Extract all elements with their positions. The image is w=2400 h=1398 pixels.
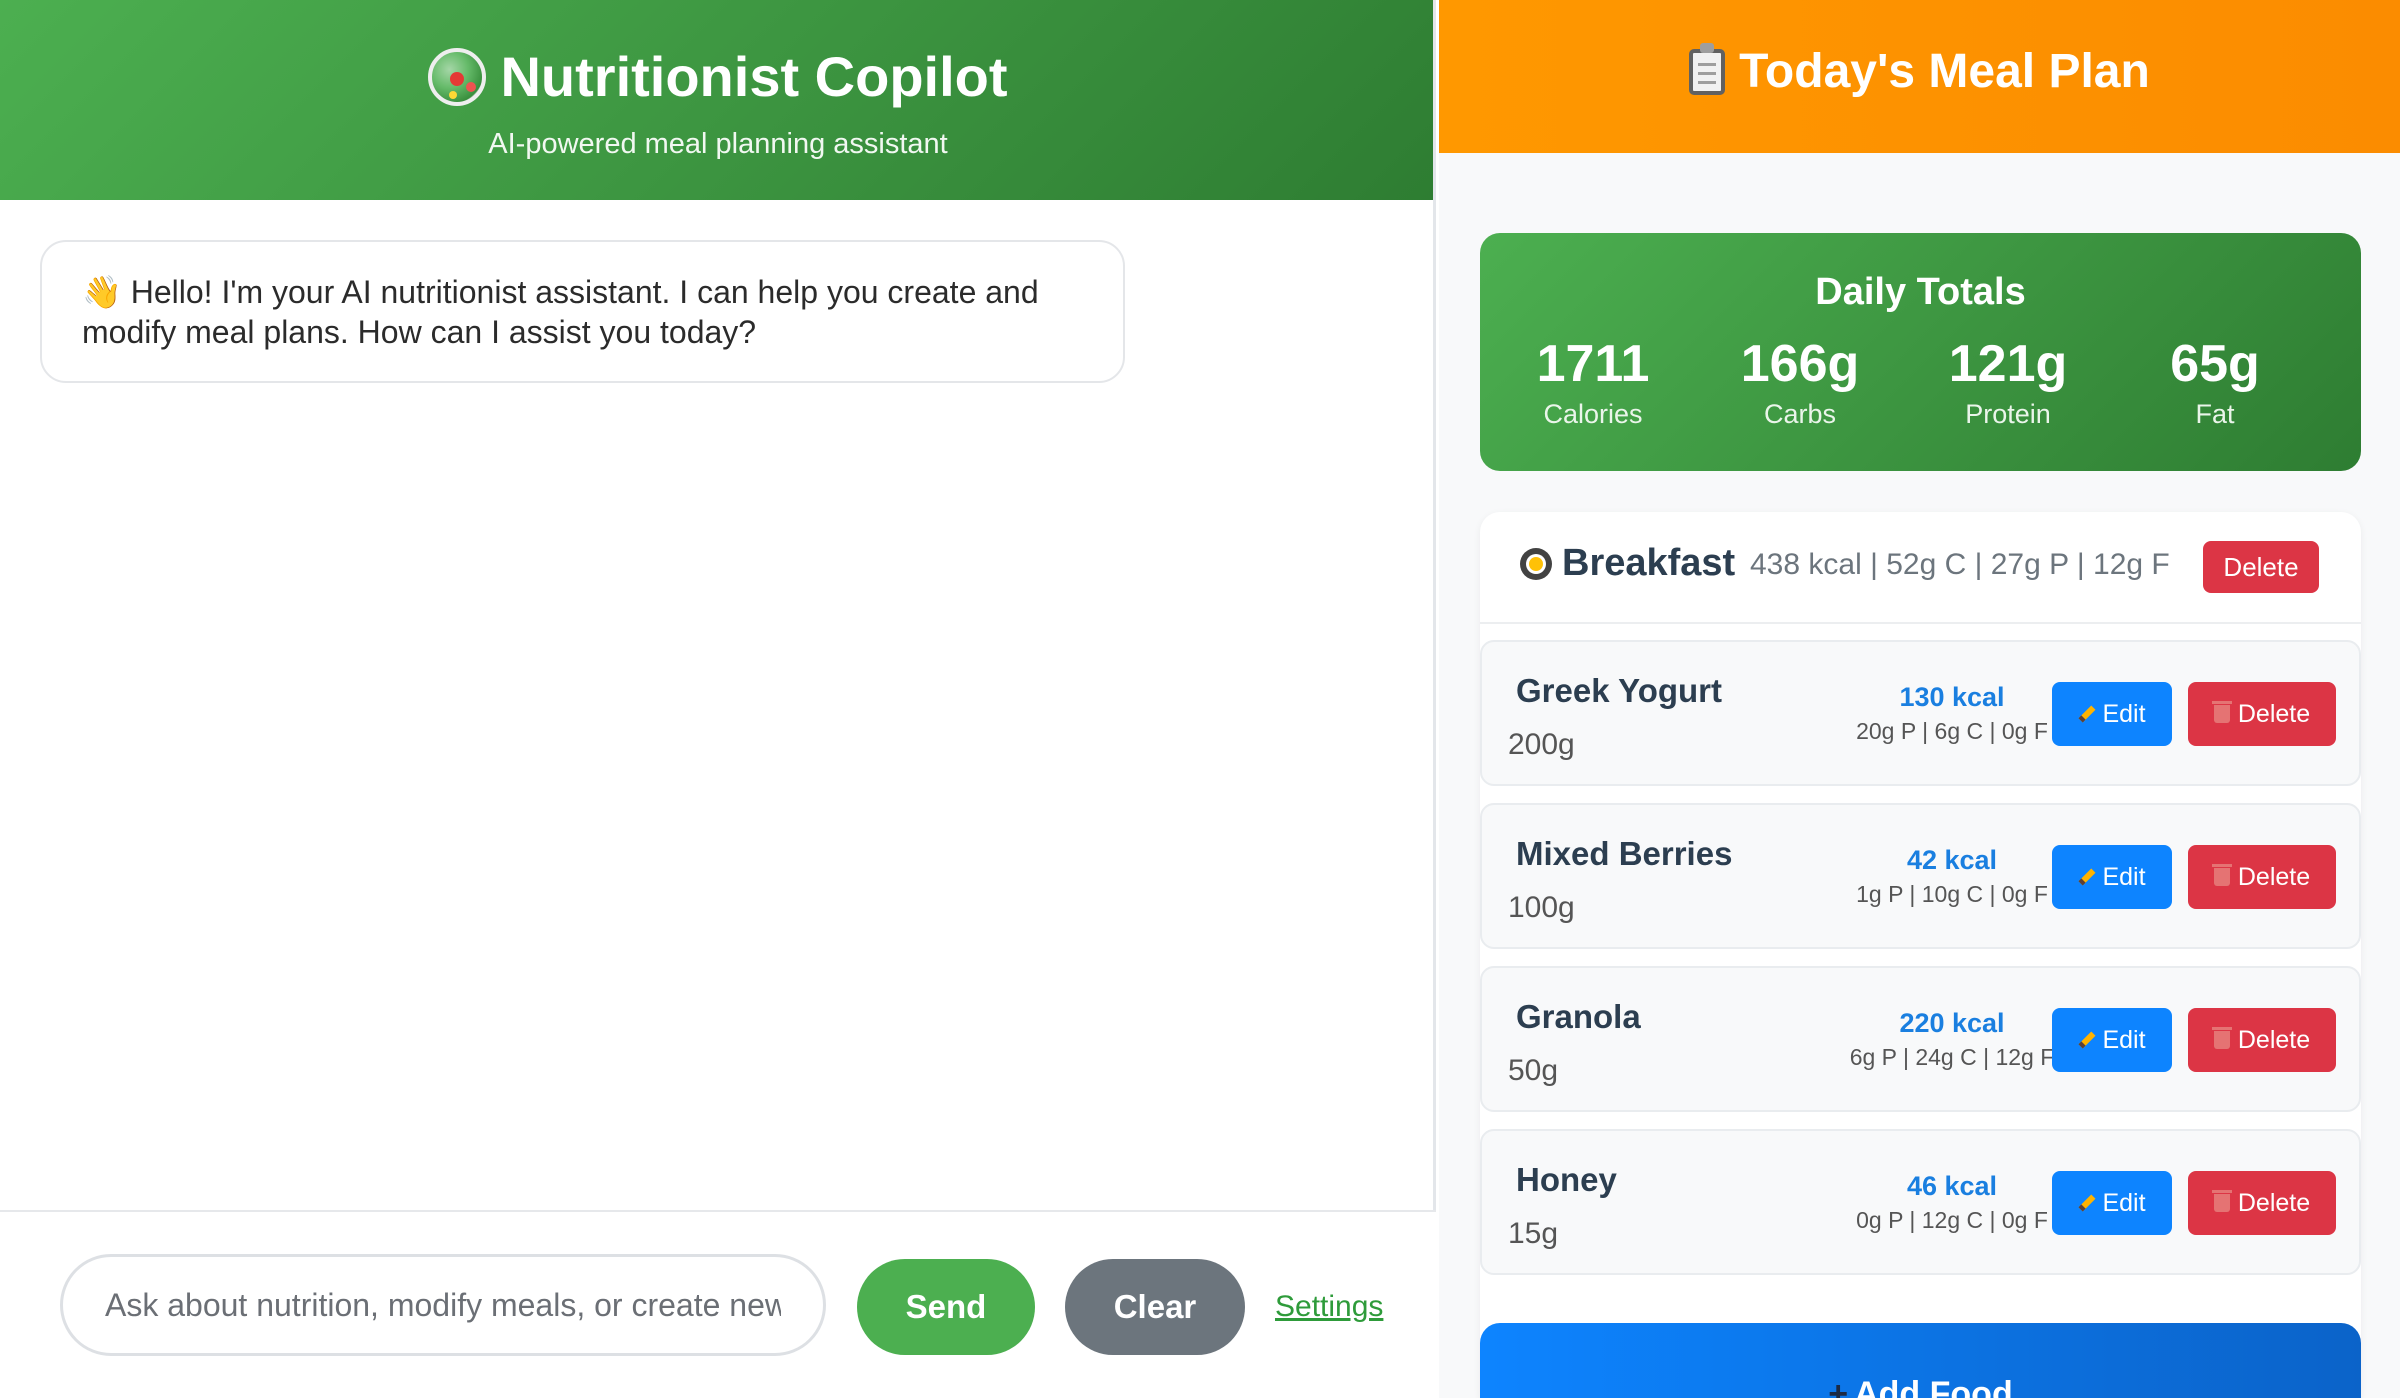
frying-pan-icon [1520, 547, 1552, 580]
food-quantity: 15g [1508, 1217, 1559, 1250]
pencil-icon [2078, 1194, 2096, 1212]
delete-food-button[interactable]: Delete [2188, 845, 2336, 909]
delete-label: Delete [2237, 1188, 2311, 1217]
add-food-button[interactable]: + Add Food [1480, 1323, 2361, 1398]
edit-label: Edit [2102, 699, 2146, 728]
daily-totals-card: Daily Totals 1711 Calories 166g Carbs 12… [1480, 233, 2361, 471]
meal-macros: 438 kcal | 52g C | 27g P | 12g F [1750, 548, 2170, 581]
total-value: 121g [1948, 335, 2068, 393]
total-label: Fat [2195, 399, 2235, 429]
delete-food-button[interactable]: Delete [2188, 682, 2336, 746]
add-food-label: Add Food [1854, 1375, 2013, 1398]
clipboard-icon [1689, 42, 1726, 95]
food-quantity: 50g [1508, 1054, 1559, 1087]
total-fat: 65g Fat [2115, 333, 2315, 431]
settings-link[interactable]: Settings [1275, 1290, 1383, 1324]
total-label: Carbs [1763, 399, 1837, 429]
chat-panel: Nutritionist Copilot AI-powered meal pla… [0, 0, 1436, 1398]
edit-food-button[interactable]: Edit [2052, 682, 2172, 746]
meal-name-text: Breakfast [1562, 542, 1736, 584]
plus-icon: + [1828, 1375, 1849, 1398]
delete-meal-button[interactable]: Delete [2203, 541, 2319, 593]
app-subtitle: AI-powered meal planning assistant [488, 128, 948, 160]
edit-food-button[interactable]: Edit [2052, 845, 2172, 909]
delete-label: Delete [2237, 699, 2311, 728]
food-row: Honey 15g 46 kcal 0g P | 12g C | 0g F Ed… [1480, 1129, 2361, 1275]
assistant-message: 👋 Hello! I'm your AI nutritionist assist… [40, 240, 1125, 383]
send-button[interactable]: Send [857, 1259, 1035, 1355]
clear-button[interactable]: Clear [1065, 1259, 1245, 1355]
app-title-text: Nutritionist Copilot [500, 45, 1008, 108]
total-value: 1711 [1536, 335, 1650, 393]
food-row: Granola 50g 220 kcal 6g P | 24g C | 12g … [1480, 966, 2361, 1112]
delete-food-button[interactable]: Delete [2188, 1008, 2336, 1072]
delete-food-button[interactable]: Delete [2188, 1171, 2336, 1235]
edit-label: Edit [2102, 862, 2146, 891]
meal-header: Breakfast 438 kcal | 52g C | 27g P | 12g… [1480, 512, 2361, 624]
trash-icon [2211, 1027, 2232, 1049]
food-name: Greek Yogurt [1516, 672, 1723, 709]
meal-plan-title: Today's Meal Plan [1739, 45, 2150, 98]
food-quantity: 100g [1508, 891, 1575, 924]
edit-label: Edit [2102, 1188, 2146, 1217]
total-label: Protein [1965, 399, 2051, 429]
chat-input[interactable] [60, 1254, 826, 1356]
meal-name: Breakfast [1520, 542, 1735, 585]
food-row: Mixed Berries 100g 42 kcal 1g P | 10g C … [1480, 803, 2361, 949]
edit-food-button[interactable]: Edit [2052, 1008, 2172, 1072]
total-calories: 1711 Calories [1493, 333, 1693, 431]
total-value: 166g [1740, 335, 1860, 393]
total-protein: 121g Protein [1908, 333, 2108, 431]
food-quantity: 200g [1508, 728, 1575, 761]
meal-card-breakfast: Breakfast 438 kcal | 52g C | 27g P | 12g… [1480, 512, 2361, 1398]
food-name: Granola [1516, 998, 1641, 1035]
total-label: Calories [1543, 399, 1643, 429]
chat-composer: Send Clear Settings [0, 1210, 1436, 1398]
edit-label: Edit [2102, 1025, 2146, 1054]
meal-plan-header: Today's Meal Plan [1439, 0, 2400, 153]
app-title: Nutritionist Copilot [0, 42, 1436, 112]
pencil-icon [2078, 705, 2096, 723]
salad-icon [428, 48, 487, 106]
trash-icon [2211, 1190, 2232, 1212]
delete-label: Delete [2237, 1025, 2311, 1054]
trash-icon [2211, 701, 2232, 723]
pencil-icon [2078, 1031, 2096, 1049]
daily-totals-title: Daily Totals [1815, 271, 2026, 313]
food-name: Mixed Berries [1516, 835, 1733, 872]
meal-plan-panel: Today's Meal Plan Daily Totals 1711 Calo… [1439, 0, 2400, 1398]
delete-label: Delete [2237, 862, 2311, 891]
pencil-icon [2078, 868, 2096, 886]
food-row: Greek Yogurt 200g 130 kcal 20g P | 6g C … [1480, 640, 2361, 786]
food-name: Honey [1516, 1161, 1617, 1198]
chat-header: Nutritionist Copilot AI-powered meal pla… [0, 0, 1433, 200]
trash-icon [2211, 864, 2232, 886]
total-carbs: 166g Carbs [1700, 333, 1900, 431]
edit-food-button[interactable]: Edit [2052, 1171, 2172, 1235]
total-value: 65g [2170, 335, 2260, 393]
